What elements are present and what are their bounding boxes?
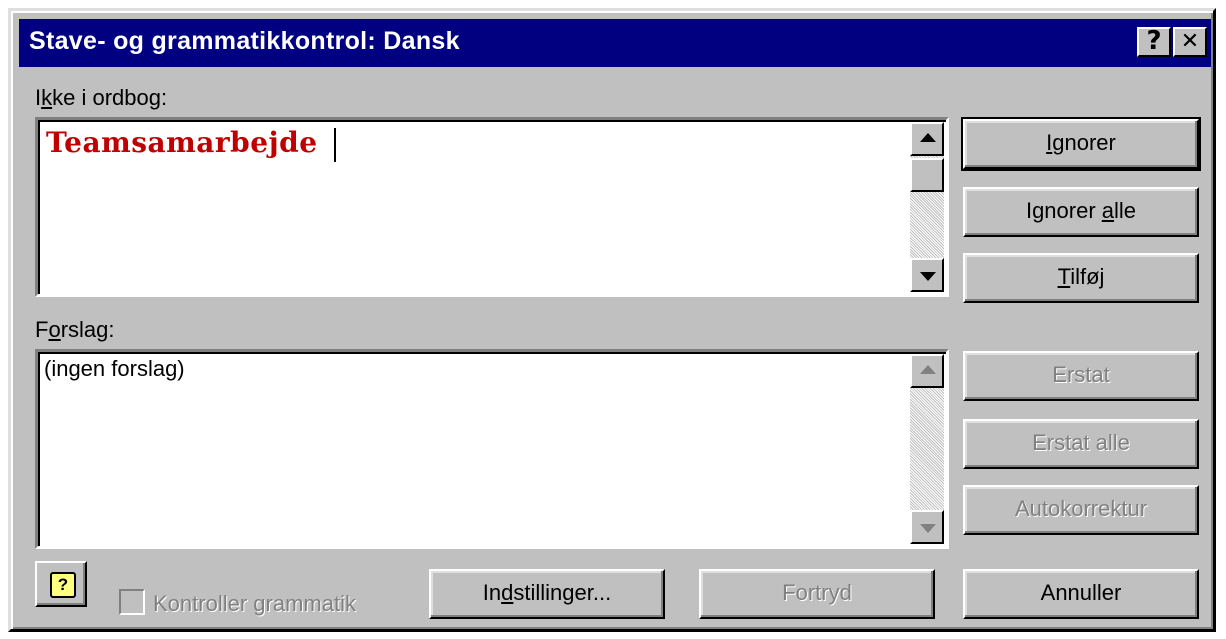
office-assistant-button[interactable]: ? <box>35 561 87 607</box>
scroll-thumb[interactable] <box>910 158 944 192</box>
cancel-button[interactable]: Annuller <box>963 569 1199 619</box>
suggestions-label: Forslag: <box>35 317 115 342</box>
autocorrect-button[interactable]: Autokorrektur <box>963 485 1199 535</box>
check-grammar-checkbox[interactable] <box>119 589 145 615</box>
scroll-down-button-disabled <box>910 510 944 544</box>
misspelled-word: Teamsamarbejde <box>46 126 318 159</box>
scroll-down-button[interactable] <box>910 258 944 292</box>
replace-button[interactable]: Erstat <box>963 351 1199 401</box>
arrow-up-icon <box>920 365 936 374</box>
title-bar: Stave- og grammatikkontrol: Dansk ? ✕ <box>19 19 1211 67</box>
arrow-down-icon <box>920 524 936 533</box>
close-icon: ✕ <box>1180 29 1200 54</box>
suggestion-item[interactable]: (ingen forslag) <box>44 356 185 382</box>
help-title-button[interactable]: ? <box>1137 27 1171 57</box>
undo-button[interactable]: Fortryd <box>699 569 935 619</box>
not-in-dictionary-textbox[interactable]: Teamsamarbejde <box>35 117 949 297</box>
arrow-down-icon <box>920 272 936 281</box>
not-in-dictionary-label: Ikke i ordbog: <box>35 85 168 110</box>
help-icon: ? <box>50 572 76 598</box>
text-caret <box>334 128 336 162</box>
spelling-dialog: Stave- og grammatikkontrol: Dansk ? ✕ Ik… <box>8 8 1216 632</box>
ignore-button[interactable]: Ignorer <box>961 117 1201 171</box>
window-title: Stave- og grammatikkontrol: Dansk <box>29 27 460 55</box>
replace-all-button[interactable]: Erstat alle <box>963 419 1199 469</box>
close-button[interactable]: ✕ <box>1173 27 1207 57</box>
help-question-icon: ? <box>1146 26 1162 56</box>
dictionary-scrollbar[interactable] <box>910 122 944 292</box>
ignore-all-button[interactable]: Ignorer alle <box>963 187 1199 237</box>
check-grammar-label: Kontroller grammatik <box>153 591 356 616</box>
scroll-up-button-disabled <box>910 354 944 388</box>
arrow-up-icon <box>920 133 936 142</box>
scroll-up-button[interactable] <box>910 122 944 156</box>
options-button[interactable]: Indstillinger... <box>429 569 665 619</box>
suggestions-scrollbar <box>910 354 944 544</box>
add-button[interactable]: Tilføj <box>963 253 1199 303</box>
suggestions-list[interactable]: (ingen forslag) <box>35 349 949 549</box>
